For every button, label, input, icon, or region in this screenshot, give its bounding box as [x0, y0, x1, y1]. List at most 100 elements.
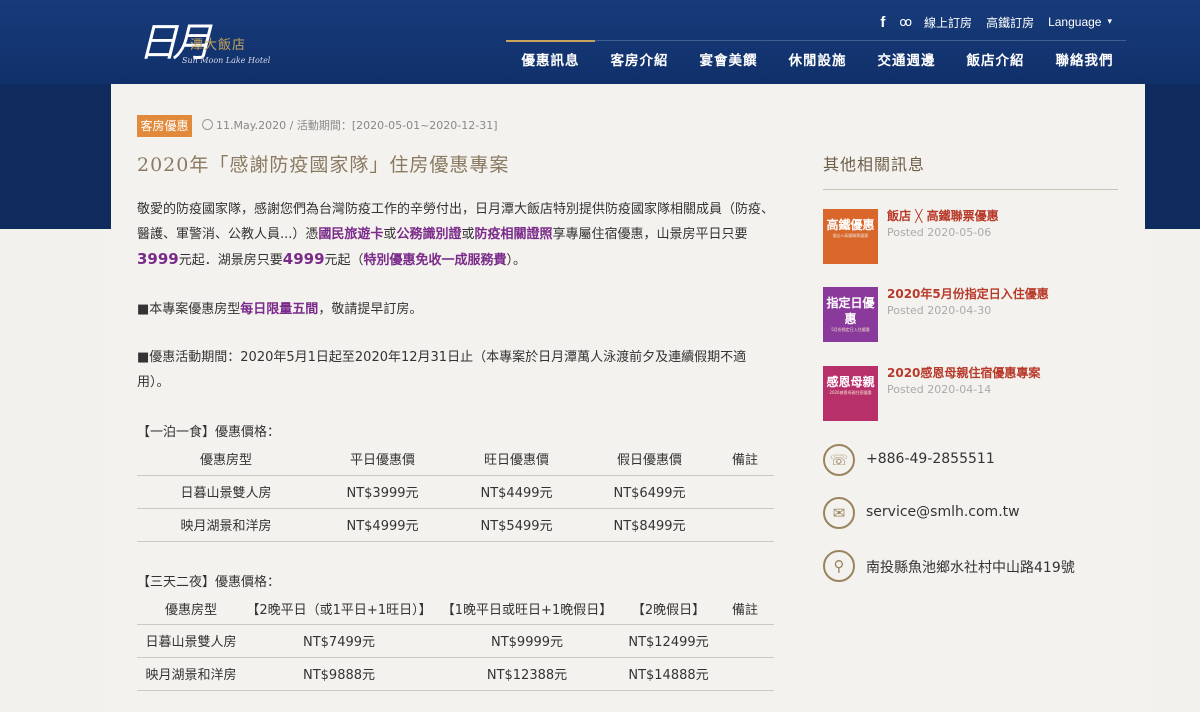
note-period: ■優惠活動期間：2020年5月1日起至2020年12月31日止（本專案於日月潭萬…	[137, 350, 747, 390]
intro-text: 享專屬住宿優惠，山景房平日只要	[552, 227, 748, 242]
phone-icon: ☏	[823, 444, 855, 476]
table-cell: NT$8499元	[583, 508, 716, 542]
intro-text: ）。	[506, 253, 527, 268]
highlight-price-mountain: 3999	[137, 250, 179, 268]
table-row: 日暮山景雙人房 NT$7499元 NT$9999元 NT$12499元	[137, 624, 774, 658]
table-cell	[716, 475, 774, 509]
price-table-one-night: 優惠房型 平日優惠價 旺日優惠價 假日優惠價 備註 日暮山景雙人房 NT$399…	[137, 443, 774, 542]
table-cell: NT$14888元	[621, 657, 716, 691]
logo-chinese-name: 潭大飯店	[190, 38, 247, 53]
nav-item-about[interactable]: 飯店介紹	[951, 40, 1040, 82]
nav-item-contact[interactable]: 聯絡我們	[1040, 40, 1129, 82]
top-links: f oo 線上訂房 高鐵訂房 Language ▾	[880, 12, 1112, 32]
table-cell: NT$12388元	[433, 657, 621, 691]
table-cell	[716, 624, 774, 658]
table-cell: NT$12499元	[621, 624, 716, 658]
table-header-row: 優惠房型 平日優惠價 旺日優惠價 假日優惠價 備註	[137, 443, 774, 476]
table-cell: NT$3999元	[315, 475, 450, 509]
table-cell: NT$5499元	[450, 508, 583, 542]
main-nav: 優惠訊息 客房介紹 宴會美饌 休閒設施 交通週邊 飯店介紹 聯絡我們	[506, 40, 1129, 82]
table-header: 備註	[716, 593, 774, 625]
hsr-booking-link[interactable]: 高鐵訂房	[986, 14, 1034, 31]
table-header: 假日優惠價	[583, 443, 716, 476]
sidebar-title: 其他相關訊息	[823, 155, 926, 174]
hotel-logo[interactable]: 日月 潭大飯店 Sun Moon Lake Hotel	[138, 8, 278, 70]
online-booking-link[interactable]: 線上訂房	[924, 14, 972, 31]
news-item[interactable]: 高鐵優惠 飯店×高鐵聯票優惠 飯店 ╳ 高鐵聯票優惠 Posted 2020-05…	[823, 209, 1123, 264]
address-text: 南投縣魚池鄉水社村中山路419號	[866, 560, 1075, 576]
news-title[interactable]: 飯店 ╳ 高鐵聯票優惠	[887, 207, 999, 224]
news-date: Posted 2020-04-14	[887, 383, 992, 396]
news-thumbnail[interactable]: 感恩母親 2020感恩母親住宿優惠	[823, 366, 878, 421]
table-cell: NT$7499元	[245, 624, 433, 658]
thumbnail-caption: 飯店×高鐵聯票優惠	[832, 233, 869, 238]
chevron-down-icon[interactable]: ▾	[1107, 17, 1112, 27]
table-cell: 日暮山景雙人房	[137, 624, 245, 658]
news-thumbnail[interactable]: 高鐵優惠 飯店×高鐵聯票優惠	[823, 209, 878, 264]
table-cell	[716, 657, 774, 691]
table-cell: NT$9999元	[433, 624, 621, 658]
facebook-icon[interactable]: f	[880, 14, 885, 31]
thumbnail-label: 高鐵優惠	[826, 218, 875, 232]
note-text: ，敬請提早訂房。	[318, 302, 423, 317]
intro-text: 元起．湖景房只要	[178, 253, 283, 268]
period-value: [2020-05-01~2020-12-31]	[351, 119, 498, 132]
table-header: 旺日優惠價	[450, 443, 583, 476]
sidebar-divider	[823, 189, 1118, 190]
highlight-id-card: 公務識別證	[396, 227, 462, 242]
nav-item-rooms[interactable]: 客房介紹	[595, 40, 684, 82]
nav-item-facilities[interactable]: 休閒設施	[773, 40, 862, 82]
news-date: Posted 2020-04-30	[887, 304, 992, 317]
table-cell: 映月湖景和洋房	[137, 657, 245, 691]
table-cell: NT$6499元	[583, 475, 716, 509]
highlight-license: 防疫相關證照	[474, 227, 553, 242]
tripadvisor-icon[interactable]: oo	[899, 15, 912, 29]
highlight-limited: 每日限量五間	[240, 302, 319, 317]
article-intro: 敬愛的防疫國家隊，感謝您們為台灣防疫工作的辛勞付出，日月潭大飯店特別提供防疫國家…	[137, 197, 774, 273]
table1-title: 【一泊一食】優惠價格：	[137, 425, 281, 440]
table2-title: 【三天二夜】優惠價格：	[137, 575, 281, 590]
table-row: 映月湖景和洋房 NT$4999元 NT$5499元 NT$8499元	[137, 508, 774, 542]
table-cell	[716, 508, 774, 542]
highlight-travel-card: 國民旅遊卡	[318, 227, 384, 242]
table-cell: NT$4499元	[450, 475, 583, 509]
table-cell: 日暮山景雙人房	[137, 475, 315, 509]
news-item[interactable]: 感恩母親 2020感恩母親住宿優惠 2020感恩母親住宿優惠專案 Posted 2…	[823, 366, 1123, 421]
news-title[interactable]: 2020年5月份指定日入住優惠	[887, 285, 1049, 302]
logo-english-name: Sun Moon Lake Hotel	[182, 56, 271, 65]
table-header-row: 優惠房型 【2晚平日（或1平日+1旺日）】 【1晚平日或旺日+1晚假日】 【2晚…	[137, 593, 774, 625]
article-meta: 11.May.2020 / 活動期間：[2020-05-01~2020-12-3…	[202, 117, 498, 133]
nav-item-dining[interactable]: 宴會美饌	[684, 40, 773, 82]
thumbnail-caption: 5月份指定日入住優惠	[831, 327, 870, 332]
table-header: 【1晚平日或旺日+1晚假日】	[433, 593, 621, 625]
language-selector[interactable]: Language	[1048, 15, 1101, 29]
table-cell: 映月湖景和洋房	[137, 508, 315, 542]
table-header: 優惠房型	[137, 443, 315, 476]
article-date: 11.May.2020	[216, 119, 287, 132]
table-header: 優惠房型	[137, 593, 245, 625]
news-item[interactable]: 指定日優惠 5月份指定日入住優惠 2020年5月份指定日入住優惠 Posted 2…	[823, 287, 1123, 342]
table-header: 【2晚假日】	[621, 593, 716, 625]
table-header: 平日優惠價	[315, 443, 450, 476]
note-text: ■本專案優惠房型	[137, 302, 241, 317]
mail-icon: ✉	[823, 497, 855, 529]
nav-item-offers[interactable]: 優惠訊息	[506, 40, 595, 82]
table-cell: NT$4999元	[315, 508, 450, 542]
thumbnail-caption: 2020感恩母親住宿優惠	[829, 390, 872, 395]
nav-item-transport[interactable]: 交通週邊	[862, 40, 951, 82]
article-title: 2020年「感謝防疫國家隊」住房優惠專案	[137, 154, 510, 176]
news-title[interactable]: 2020感恩母親住宿優惠專案	[887, 364, 1040, 381]
thumbnail-label: 感恩母親	[826, 375, 875, 389]
highlight-service-fee: 特別優惠免收一成服務費	[363, 253, 507, 268]
table-header: 【2晚平日（或1平日+1旺日）】	[245, 593, 433, 625]
category-tag[interactable]: 客房優惠	[137, 115, 192, 137]
news-thumbnail[interactable]: 指定日優惠 5月份指定日入住優惠	[823, 287, 878, 342]
email-address[interactable]: service@smlh.com.tw	[866, 504, 1020, 520]
intro-text: 或	[383, 227, 397, 242]
highlight-price-lake: 4999	[282, 250, 325, 268]
intro-text: 元起（	[324, 253, 364, 268]
location-pin-icon: ⚲	[823, 550, 855, 582]
phone-number[interactable]: +886-49-2855511	[866, 451, 995, 467]
thumbnail-label: 指定日優惠	[826, 296, 875, 326]
period-label: / 活動期間：	[286, 119, 352, 132]
